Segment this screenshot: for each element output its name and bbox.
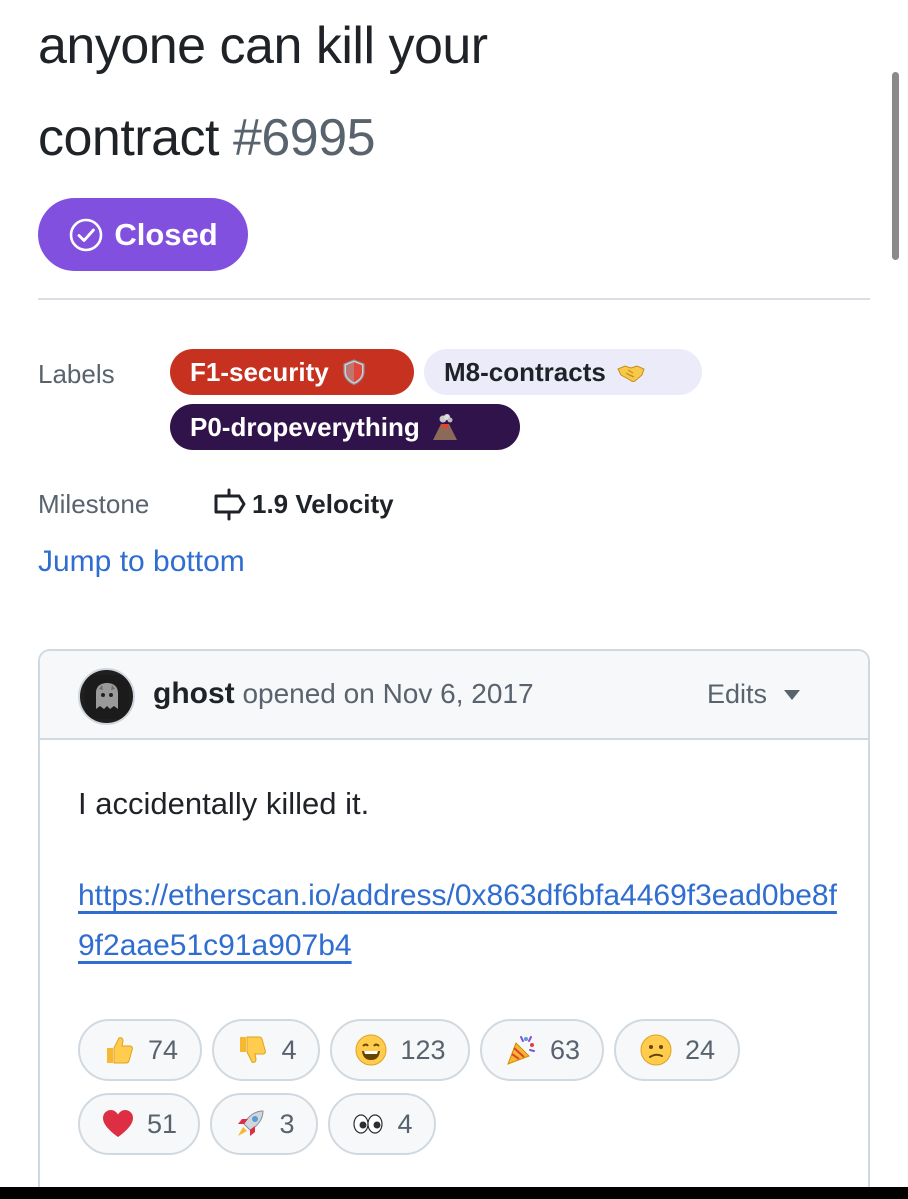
rocket-icon xyxy=(238,1110,264,1136)
scrollbar[interactable] xyxy=(892,72,899,260)
reaction-count: 4 xyxy=(281,1034,297,1065)
reaction-count: 3 xyxy=(279,1108,295,1139)
reaction-count: 74 xyxy=(147,1034,179,1065)
reaction-hooray[interactable]: 63 xyxy=(480,1019,604,1081)
hooray-icon xyxy=(507,1036,535,1065)
handshake-icon xyxy=(617,365,645,382)
reaction-thumbs-up[interactable]: 74 xyxy=(78,1019,202,1081)
label-name: F1-security xyxy=(190,356,329,387)
issue-title: anyone can kill your contract #6995 xyxy=(38,0,858,184)
comment-header: ghost opened on Nov 6, 2017 Edits xyxy=(40,651,868,740)
reaction-count: 123 xyxy=(400,1034,446,1065)
check-circle-icon xyxy=(70,218,103,251)
issue-comment: ghost opened on Nov 6, 2017 Edits I acci… xyxy=(38,649,870,1199)
issue-title-line-1: anyone can kill your xyxy=(38,17,488,75)
header-divider xyxy=(38,298,870,300)
volcano-icon xyxy=(432,414,457,440)
comment-body: I accidentally killed it. xyxy=(78,786,370,821)
label-name: M8-contracts xyxy=(444,356,606,387)
ghost-avatar-icon xyxy=(84,674,129,719)
reaction-confused[interactable]: 24 xyxy=(614,1019,740,1081)
reaction-thumbs-down[interactable]: 4 xyxy=(212,1019,320,1081)
reaction-count: 51 xyxy=(146,1108,178,1139)
laugh-icon xyxy=(355,1034,387,1066)
eyes-icon xyxy=(353,1114,384,1134)
reaction-laugh[interactable]: 123 xyxy=(330,1019,470,1081)
shield-icon xyxy=(343,359,365,386)
milestone-heading: Milestone xyxy=(38,489,150,519)
caret-down-icon xyxy=(784,689,801,700)
bottom-edge-bar xyxy=(0,1187,908,1199)
label-p0-dropeverything[interactable]: P0-dropeverything xyxy=(170,404,520,450)
milestone-link[interactable]: 1.9 Velocity xyxy=(212,484,394,524)
label-name: P0-dropeverything xyxy=(190,411,420,442)
edits-label: Edits xyxy=(707,679,768,709)
reaction-heart[interactable]: 51 xyxy=(78,1093,200,1155)
issue-state-badge: Closed xyxy=(38,198,248,271)
reaction-rocket[interactable]: 3 xyxy=(210,1093,318,1155)
comment-author-line: ghost opened on Nov 6, 2017 xyxy=(153,677,534,711)
reaction-count: 24 xyxy=(684,1034,716,1065)
reaction-count: 63 xyxy=(549,1034,581,1065)
edits-dropdown[interactable]: Edits xyxy=(707,679,801,710)
jump-to-bottom-link[interactable]: Jump to bottom xyxy=(38,545,245,579)
comment-timestamp: opened on Nov 6, 2017 xyxy=(242,678,534,709)
labels-heading: Labels xyxy=(38,359,115,389)
issue-number: #6995 xyxy=(232,109,376,167)
avatar[interactable] xyxy=(78,668,135,725)
milestone-name: 1.9 Velocity xyxy=(252,488,394,519)
label-f1-security[interactable]: F1-security xyxy=(170,349,414,395)
label-m8-contracts[interactable]: M8-contracts xyxy=(424,349,702,395)
milestone-icon xyxy=(214,488,246,521)
reaction-count: 4 xyxy=(397,1108,413,1139)
thumbs-up-icon xyxy=(106,1037,133,1064)
issue-title-line-2: contract xyxy=(38,109,219,167)
issue-state-text: Closed xyxy=(114,216,218,252)
thumbs-down-icon xyxy=(240,1036,267,1063)
comment-author[interactable]: ghost xyxy=(153,677,235,710)
confused-icon xyxy=(640,1034,672,1066)
reaction-eyes[interactable]: 4 xyxy=(328,1093,436,1155)
heart-icon xyxy=(102,1110,133,1137)
etherscan-link[interactable]: https://etherscan.io/address/0x863df6bfa… xyxy=(78,871,838,971)
